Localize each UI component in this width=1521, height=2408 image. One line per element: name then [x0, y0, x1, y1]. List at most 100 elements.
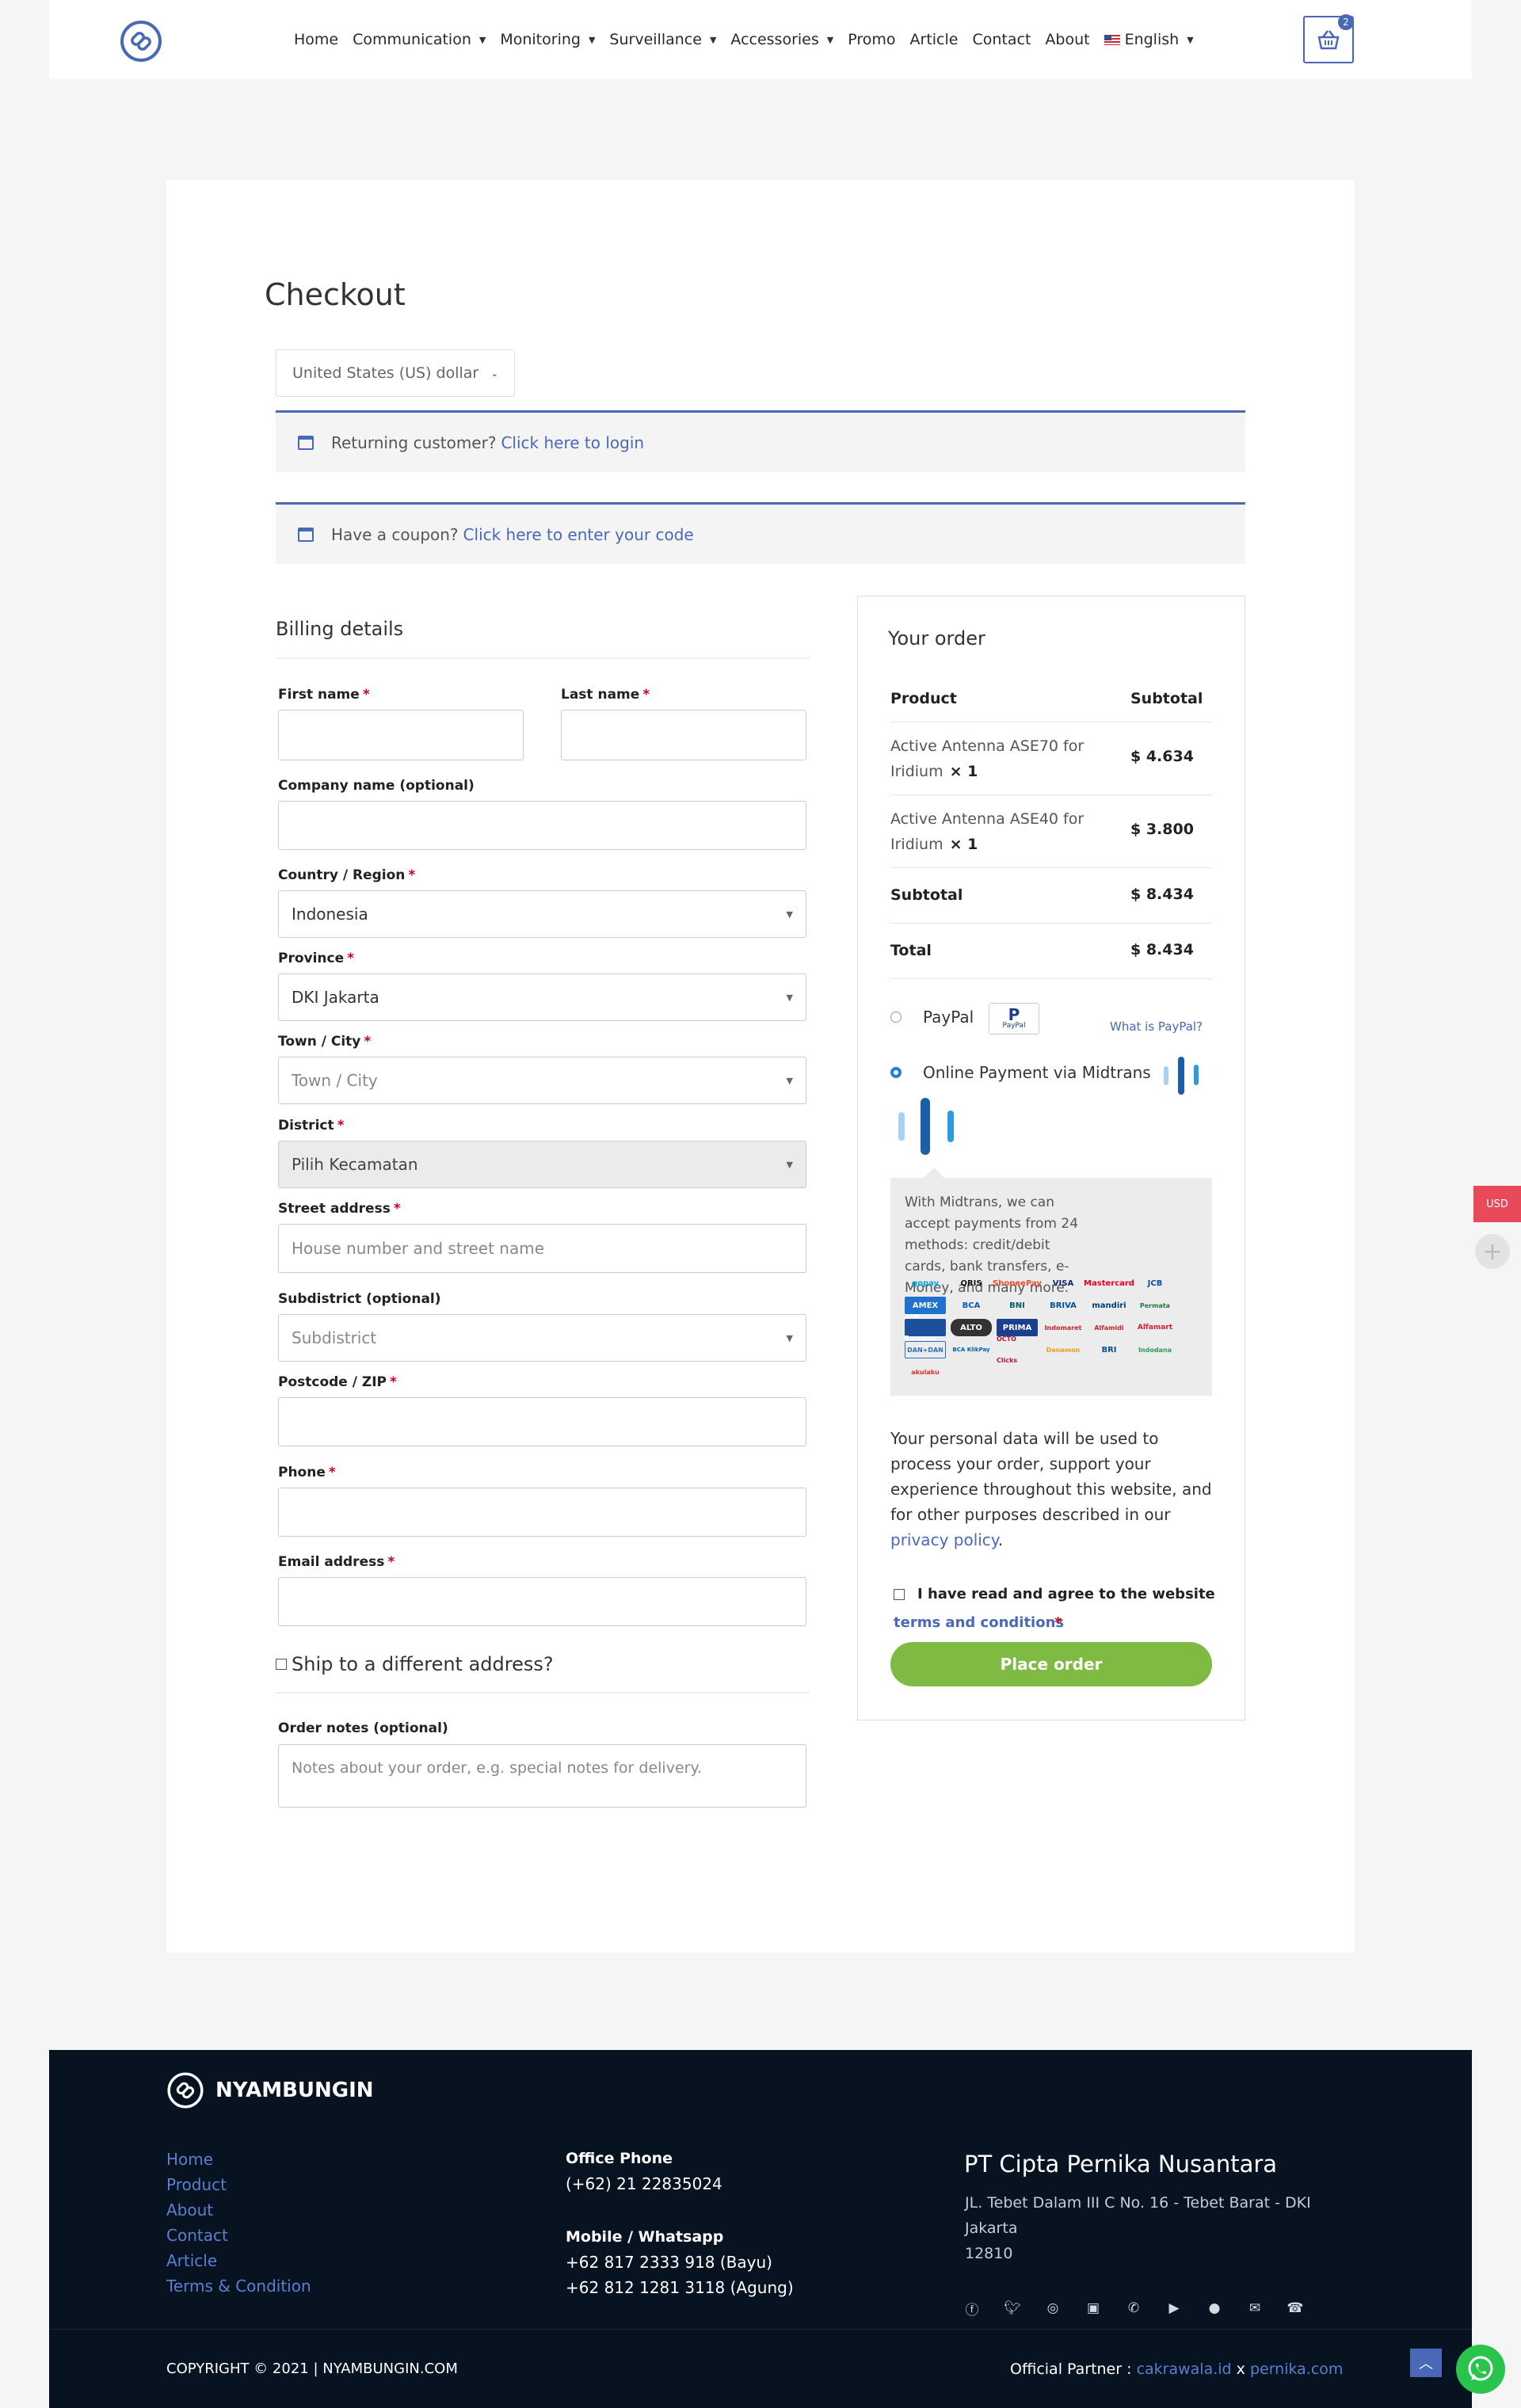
partner-label: Official Partner : — [1010, 2360, 1132, 2378]
paypal-label: PayPal — [923, 1008, 974, 1027]
phone-label: Phone * — [278, 1465, 336, 1480]
order-notes-textarea[interactable]: Notes about your order, e.g. special not… — [278, 1744, 806, 1808]
coupon-link[interactable]: Click here to enter your code — [463, 525, 694, 544]
nav-label: Communication — [353, 31, 471, 48]
facebook-icon[interactable]: ⓕ — [963, 2299, 981, 2318]
whatsapp-icon[interactable]: ✆ — [1125, 2299, 1142, 2317]
currency-value: United States (US) dollar — [292, 364, 479, 382]
nav-communication[interactable]: Communication ▼ — [353, 31, 486, 48]
label-text: District — [278, 1118, 334, 1134]
subdistrict-select[interactable]: Subdistrict ▼ — [278, 1314, 806, 1362]
currency-switcher-badge[interactable]: USD — [1473, 1186, 1521, 1222]
midtrans-label: Online Payment via Midtrans — [923, 1063, 1151, 1082]
input-placeholder: House number and street name — [292, 1239, 545, 1258]
indomaret-logo: Indomaret — [1044, 1324, 1082, 1332]
instagram-icon[interactable]: ◎ — [1044, 2299, 1062, 2317]
nav-article[interactable]: Article — [910, 31, 959, 48]
city-select[interactable]: Town / City ▼ — [278, 1057, 806, 1104]
github-icon[interactable]: ● — [1206, 2299, 1223, 2317]
caret-down-icon: ▼ — [588, 34, 596, 45]
first-name-field[interactable] — [278, 710, 524, 760]
subtotal-row: Subtotal $ 8.434 — [890, 868, 1212, 924]
login-link[interactable]: Click here to login — [501, 433, 644, 452]
caret-down-icon: ▼ — [786, 1159, 793, 1170]
terms-link[interactable]: terms and conditions — [894, 1614, 1064, 1631]
required-mark: * — [337, 1118, 345, 1134]
returning-customer-notice: Returning customer? Click here to login — [276, 410, 1245, 472]
footer-link-home[interactable]: Home — [166, 2150, 213, 2169]
paypal-p-mark: P — [1008, 1005, 1020, 1024]
footer-link-article[interactable]: Article — [166, 2251, 217, 2270]
footer-brand[interactable]: NYAMBUNGIN — [165, 2070, 374, 2111]
what-is-paypal-link[interactable]: What is PayPal? — [1110, 1019, 1203, 1034]
nav-label: Article — [909, 31, 959, 48]
bca-klikpay-logo: BCA KlikPay — [952, 1346, 990, 1353]
cart-button[interactable]: 2 — [1303, 14, 1354, 63]
footer-link-about[interactable]: About — [166, 2200, 213, 2219]
language-switcher[interactable]: English ▼ — [1104, 31, 1194, 48]
linkedin-icon[interactable]: ▣ — [1085, 2299, 1102, 2317]
phone-field[interactable] — [278, 1488, 806, 1537]
terms-checkbox[interactable] — [894, 1589, 905, 1600]
company-postcode: 12810 — [965, 2245, 1013, 2262]
first-name-label: First name * — [278, 687, 370, 703]
street-label: Street address * — [278, 1201, 401, 1217]
caret-down-icon: ▼ — [786, 1332, 793, 1343]
expand-plus-icon[interactable]: + — [1475, 1234, 1510, 1269]
scroll-to-top-button[interactable]: ︿ — [1410, 2349, 1442, 2377]
postcode-label: Postcode / ZIP * — [278, 1374, 397, 1390]
nav-promo[interactable]: Promo — [848, 31, 895, 48]
select-value: Pilih Kecamatan — [292, 1155, 418, 1174]
whatsapp-chat-button[interactable] — [1456, 2345, 1505, 2394]
billing-title: Billing details — [276, 618, 404, 640]
footer-link-product[interactable]: Product — [166, 2175, 227, 2194]
country-select[interactable]: Indonesia ▼ — [278, 890, 806, 938]
nav-contact[interactable]: Contact — [972, 31, 1031, 48]
notice-text: Have a coupon? — [331, 524, 459, 544]
midtrans-radio[interactable] — [890, 1067, 902, 1078]
nav-accessories[interactable]: Accessories ▼ — [730, 31, 833, 48]
email-icon[interactable]: ✉ — [1246, 2299, 1264, 2317]
item-name: Active Antenna ASE40 for Iridium — [890, 810, 1085, 853]
privacy-policy-link[interactable]: privacy policy — [890, 1530, 998, 1549]
company-address: JL. Tebet Dalam III C No. 16 - Tebet Bar… — [965, 2194, 1311, 2237]
akulaku-logo: akulaku — [911, 1368, 940, 1376]
item-price: $ 3.800 — [1130, 821, 1194, 838]
partner-link-cakrawala[interactable]: cakrawala.id — [1137, 2360, 1232, 2378]
midtrans-description-box: With Midtrans, we can accept payments fr… — [890, 1168, 1212, 1396]
email-field[interactable] — [278, 1577, 806, 1626]
district-select[interactable]: Pilih Kecamatan ▼ — [278, 1141, 806, 1188]
label-text: Town / City — [278, 1034, 361, 1050]
footer-link-terms[interactable]: Terms & Condition — [166, 2277, 311, 2296]
nav-about[interactable]: About — [1045, 31, 1089, 48]
site-logo-icon[interactable] — [117, 17, 165, 65]
street-address-field[interactable]: House number and street name — [278, 1224, 806, 1273]
youtube-icon[interactable]: ▶ — [1165, 2299, 1183, 2317]
province-select[interactable]: DKI Jakarta ▼ — [278, 973, 806, 1021]
last-name-field[interactable] — [561, 710, 806, 760]
briva-logo: BRIVA — [1050, 1301, 1077, 1310]
twitter-icon[interactable]: 🐦︎ — [1004, 2299, 1021, 2317]
phone-icon[interactable]: ☎ — [1287, 2299, 1304, 2317]
total-label: Total — [890, 942, 932, 959]
place-order-button[interactable]: Place order — [890, 1642, 1212, 1686]
alfamidi-logo: Alfamidi — [1094, 1324, 1124, 1332]
nav-label: Promo — [848, 31, 896, 48]
terms-text: I have read and agree to the website — [917, 1586, 1215, 1602]
nav-home[interactable]: Home — [294, 31, 338, 48]
label-text: Country / Region — [278, 867, 406, 883]
company-field[interactable] — [278, 801, 806, 850]
nav-monitoring[interactable]: Monitoring ▼ — [500, 31, 595, 48]
nav-surveillance[interactable]: Surveillance ▼ — [609, 31, 716, 48]
order-item-row: Active Antenna ASE40 for Iridium × 1 $ 3.… — [890, 795, 1212, 868]
jcb-logo: JCB — [1147, 1278, 1163, 1288]
partner-link-pernika[interactable]: pernika.com — [1250, 2360, 1343, 2378]
email-label: Email address * — [278, 1554, 395, 1570]
footer-link-contact[interactable]: Contact — [166, 2226, 228, 2245]
currency-select[interactable]: United States (US) dollar ⌄ — [276, 349, 515, 397]
paypal-radio[interactable] — [890, 1012, 902, 1023]
postcode-field[interactable] — [278, 1397, 806, 1446]
label-text: Province — [278, 951, 345, 966]
divider — [276, 657, 810, 659]
ship-different-checkbox[interactable] — [276, 1659, 287, 1670]
